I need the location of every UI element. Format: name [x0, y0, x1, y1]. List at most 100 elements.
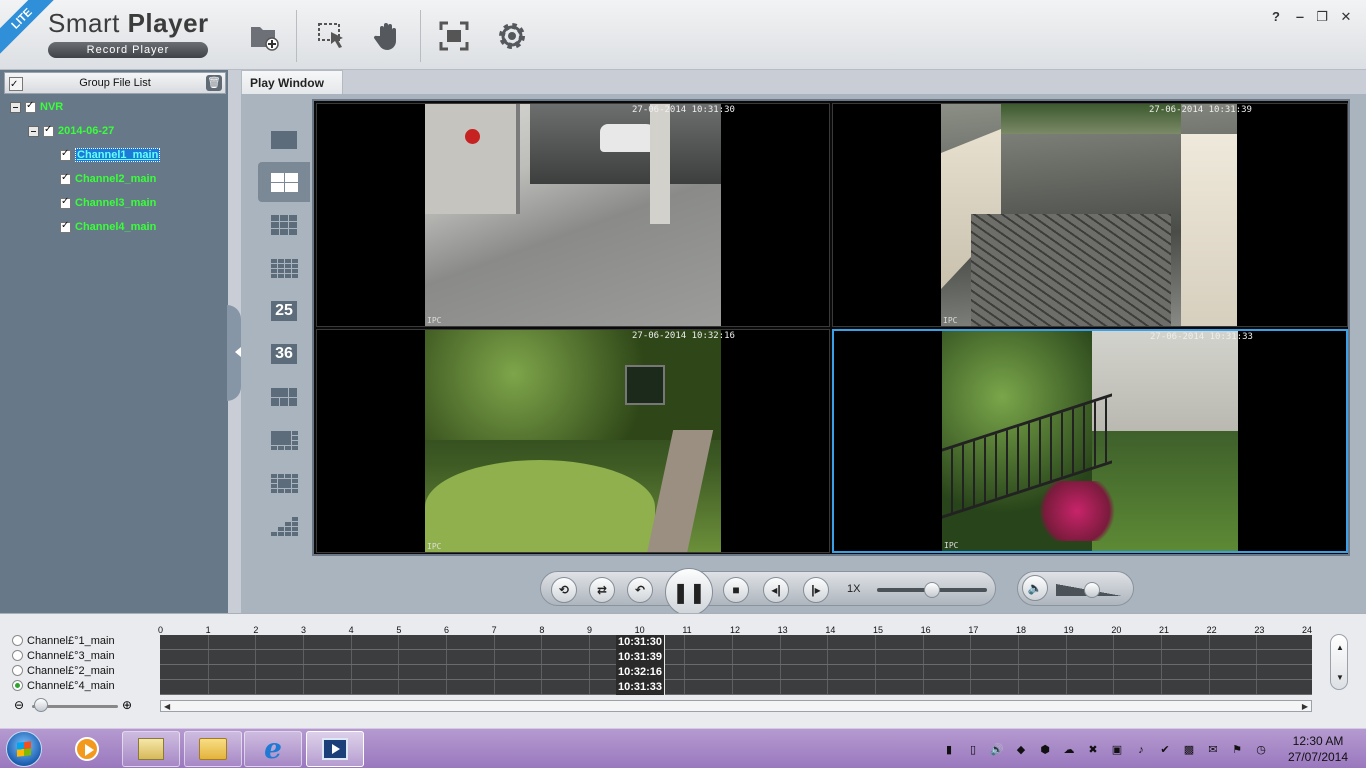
layout-36-button[interactable]: 36	[258, 334, 310, 374]
tree-checkbox[interactable]	[60, 220, 71, 233]
channel-radio[interactable]	[12, 680, 23, 691]
timeline-scrollbar[interactable]: ◀ ▶	[160, 700, 1312, 712]
channel-radio[interactable]	[12, 665, 23, 676]
video-cell-1[interactable]: 27-06-2014 10:31:30 IPC	[316, 103, 830, 327]
tree-checkbox[interactable]	[60, 196, 71, 209]
taskbar-document-viewer[interactable]	[122, 731, 180, 767]
stop-button[interactable]: ■	[723, 577, 749, 603]
pan-button[interactable]	[368, 16, 408, 56]
tree-checkbox[interactable]	[25, 100, 36, 113]
tree-node-nvr[interactable]: NVR	[10, 98, 63, 116]
timeline-hour-label: 16	[920, 625, 931, 635]
restore-button[interactable]: ❐	[1312, 8, 1332, 26]
timeline-channel-option[interactable]: Channel£°1_main	[12, 633, 115, 648]
dropbox-icon[interactable]: ◆	[1014, 743, 1028, 757]
taskbar-smart-player[interactable]	[306, 731, 364, 767]
loop-button[interactable]: ⟲	[551, 577, 577, 603]
timeline-grid[interactable]: 10:31:30 10:31:39 10:32:16 10:31:33	[160, 635, 1312, 695]
tab-play-window[interactable]: Play Window	[241, 70, 343, 95]
speed-slider-knob[interactable]	[924, 582, 940, 598]
scroll-up-icon[interactable]: ▲	[1336, 643, 1344, 652]
layout-8-button[interactable]	[258, 420, 310, 460]
scroll-right-icon[interactable]: ▶	[1302, 702, 1308, 711]
layout-6-button[interactable]	[258, 377, 310, 417]
fullscreen-button[interactable]	[434, 16, 474, 56]
timeline-hour-label: 11	[682, 625, 692, 635]
device-icon[interactable]: ▯	[966, 743, 980, 757]
clock-tray-icon[interactable]: ◷	[1254, 743, 1268, 757]
timeline-channel-option[interactable]: Channel£°2_main	[12, 663, 115, 678]
signal-icon[interactable]: ▮	[942, 743, 956, 757]
timeline-row: 10:31:39	[160, 650, 1312, 665]
cloud-icon[interactable]: ☁	[1062, 743, 1076, 757]
speaker-icon: 🔈	[1027, 581, 1043, 595]
timeline-vertical-scroll[interactable]: ▲ ▼	[1330, 634, 1348, 690]
rewind-button[interactable]: ↶	[627, 577, 653, 603]
tree-node-channel[interactable]: Channel1_main	[60, 146, 161, 164]
shield-icon[interactable]: ⬢	[1038, 743, 1052, 757]
select-button[interactable]	[312, 16, 352, 56]
timeline-channel-option[interactable]: Channel£°3_main	[12, 648, 115, 663]
timeline-hour-label: 22	[1206, 625, 1217, 635]
message-icon[interactable]: ✉	[1206, 743, 1220, 757]
settings-button[interactable]	[492, 16, 532, 56]
layout-13-button[interactable]	[258, 463, 310, 503]
shuffle-button[interactable]: ⇄	[589, 577, 615, 603]
zoom-out-icon[interactable]: ⊖	[14, 698, 24, 712]
layout-1-button[interactable]	[258, 120, 310, 160]
select-all-checkbox[interactable]	[9, 75, 23, 95]
tree-checkbox[interactable]	[60, 172, 71, 185]
layout-25-button[interactable]: 25	[258, 291, 310, 331]
volume-tray-icon[interactable]: 🔊	[990, 743, 1004, 757]
video-cell-3[interactable]: 27-06-2014 10:32:16 IPC	[316, 329, 830, 553]
shuffle-icon: ⇄	[596, 583, 608, 597]
tree-checkbox[interactable]	[60, 148, 71, 161]
taskbar-file-explorer[interactable]	[184, 731, 242, 767]
video-cell-4[interactable]: 27-06-2014 10:31:33 IPC	[832, 329, 1348, 553]
scroll-down-icon[interactable]: ▼	[1336, 673, 1344, 682]
collapse-toggle-icon[interactable]	[10, 101, 21, 113]
taskbar-media-player[interactable]	[58, 731, 116, 767]
zoom-in-icon[interactable]: ⊕	[122, 698, 132, 712]
select-pointer-icon	[318, 23, 343, 48]
timeline-hour-label: 9	[587, 625, 593, 635]
taskbar-internet-explorer[interactable]: e	[244, 731, 302, 767]
security-check-icon[interactable]: ✔	[1158, 743, 1172, 757]
system-clock[interactable]: 12:30 AM 27/07/2014	[1282, 733, 1354, 765]
collapse-toggle-icon[interactable]	[28, 125, 39, 137]
tree-node-channel[interactable]: Channel2_main	[60, 170, 156, 188]
zoom-slider-knob[interactable]	[33, 698, 48, 712]
layout-16-button[interactable]	[258, 248, 310, 288]
flag-icon[interactable]: ⚑	[1230, 743, 1244, 757]
help-button[interactable]: ?	[1266, 8, 1286, 26]
video-cell-2[interactable]: 27-06-2014 10:31:39 IPC	[832, 103, 1348, 327]
layout-9-button[interactable]	[258, 205, 310, 245]
mute-button[interactable]: 🔈	[1022, 575, 1048, 601]
next-frame-button[interactable]: |▸	[803, 577, 829, 603]
channel-radio[interactable]	[12, 635, 23, 646]
scroll-left-icon[interactable]: ◀	[164, 702, 170, 711]
pause-button[interactable]: ❚❚	[665, 568, 713, 616]
monitor-icon[interactable]: ▣	[1110, 743, 1124, 757]
collapse-panel-button[interactable]	[227, 305, 241, 401]
timeline-playhead[interactable]	[664, 635, 665, 695]
close-button[interactable]: ✕	[1336, 8, 1356, 26]
feed-wall-right	[1181, 134, 1237, 326]
rewind-icon: ↶	[634, 583, 646, 597]
layout-custom-button[interactable]	[258, 506, 310, 546]
tree-node-date[interactable]: 2014-06-27	[28, 122, 114, 140]
layout-4-button[interactable]	[258, 162, 310, 202]
network-icon[interactable]: ✖	[1086, 743, 1100, 757]
timeline-channel-option[interactable]: Channel£°4_main	[12, 678, 115, 693]
tree-node-channel[interactable]: Channel4_main	[60, 218, 156, 236]
prev-frame-button[interactable]: ◂|	[763, 577, 789, 603]
tree-checkbox[interactable]	[43, 124, 54, 137]
speaker-tray-icon[interactable]: ♪	[1134, 743, 1148, 757]
tree-node-channel[interactable]: Channel3_main	[60, 194, 156, 212]
trash-icon[interactable]: 🗑	[206, 75, 222, 91]
channel-radio[interactable]	[12, 650, 23, 661]
start-button[interactable]	[6, 731, 42, 767]
minimize-button[interactable]: ‒	[1290, 8, 1310, 26]
open-folder-button[interactable]	[244, 16, 284, 56]
app-tray-icon[interactable]: ▩	[1182, 743, 1196, 757]
